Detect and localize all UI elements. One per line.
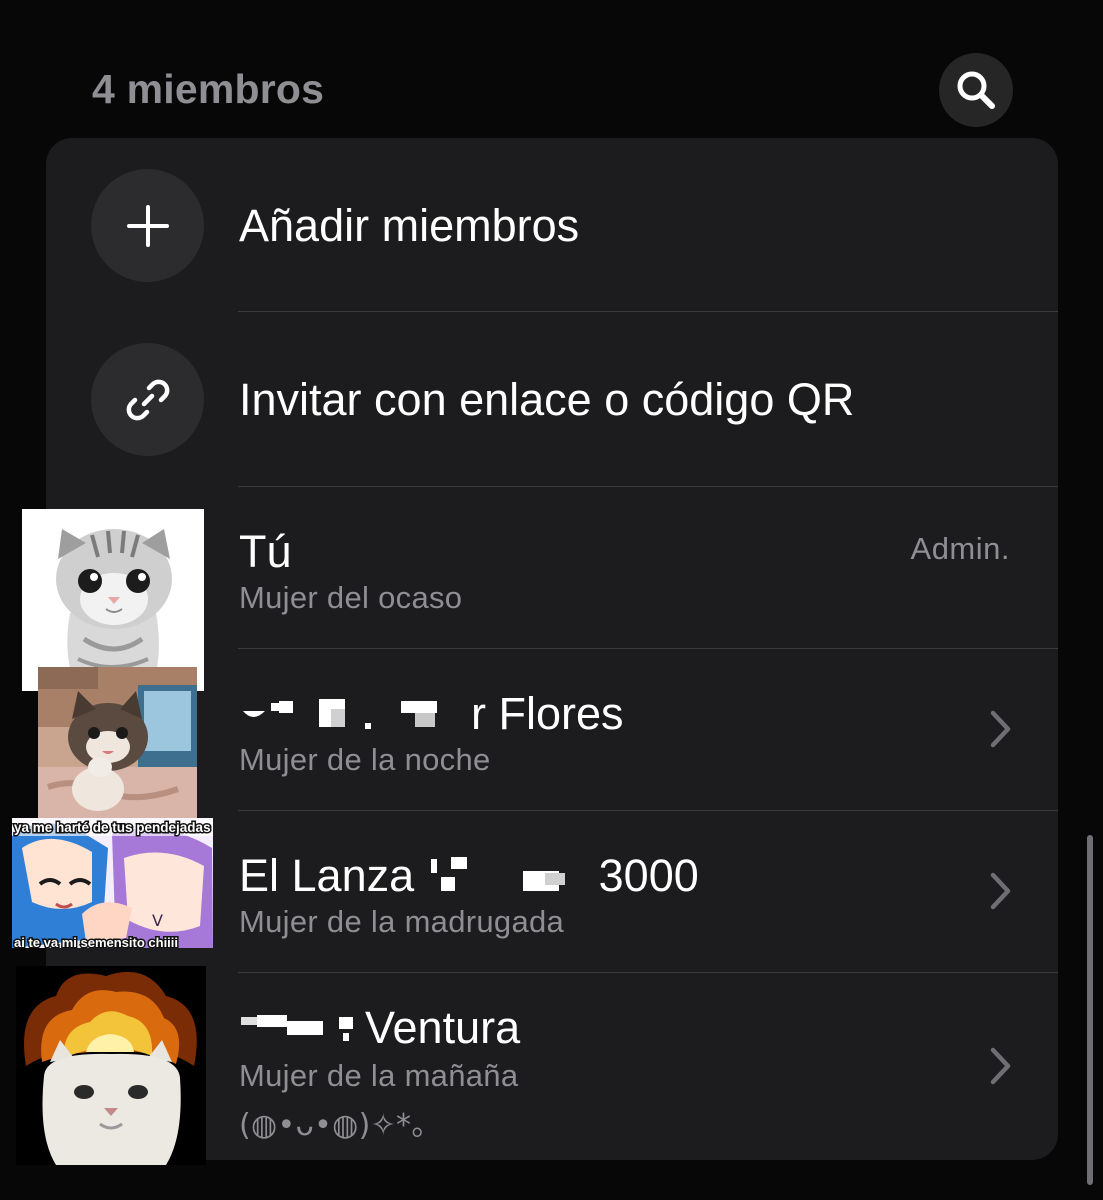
scrollbar[interactable] <box>1087 835 1093 1185</box>
redacted-text <box>427 851 599 908</box>
kitten-bed-avatar-image <box>38 667 197 820</box>
fire-cat-avatar-image <box>16 966 206 1165</box>
redacted-text <box>239 1003 365 1060</box>
invite-link-row[interactable]: Invitar con enlace o código QR <box>46 312 1058 486</box>
invite-link-label: Invitar con enlace o código QR <box>239 374 855 425</box>
member-name-visible: Ventura <box>365 1002 521 1053</box>
member-name: Ventura <box>239 1002 520 1060</box>
member-avatar[interactable] <box>16 966 206 1165</box>
member-name: r Flores <box>239 688 624 746</box>
invite-link-button[interactable] <box>91 343 204 456</box>
member-status: Mujer de la madrugada <box>239 904 565 939</box>
link-icon <box>126 379 169 420</box>
member-status: Mujer de la noche <box>239 742 491 777</box>
member-status-extra: (◍•ᴗ•◍)✧*。 <box>239 1108 442 1143</box>
meme-top-text: ya me harté de tus pendejadas <box>14 820 211 835</box>
chevron-right-icon <box>990 872 1011 910</box>
member-status: Mujer del ocaso <box>239 580 463 615</box>
kitten-avatar-image <box>56 529 172 691</box>
member-name-visible: El Lanza <box>239 850 415 901</box>
member-avatar[interactable] <box>22 509 204 691</box>
add-members-label: Añadir miembros <box>239 200 580 251</box>
member-name-visible: r Flores <box>471 688 624 739</box>
member-name: El Lanza 3000 <box>239 850 699 908</box>
add-members-button[interactable] <box>91 169 204 282</box>
anime-meme-avatar-image: V ya me harté de tus pendejadas ai te va… <box>12 818 213 948</box>
member-name-visible: 3000 <box>598 850 699 901</box>
redacted-text <box>239 689 471 746</box>
meme-bottom-text: ai te va mi semensito chiiii <box>14 935 178 948</box>
member-status: Mujer de la mañaña <box>239 1058 519 1093</box>
member-avatar[interactable] <box>38 667 197 820</box>
chevron-right-icon <box>990 1047 1011 1085</box>
admin-badge: Admin. <box>910 531 1010 566</box>
chevron-right-icon <box>990 710 1011 748</box>
search-icon <box>957 71 995 109</box>
member-name: Tú <box>239 526 292 577</box>
svg-text:V: V <box>152 911 163 930</box>
member-avatar[interactable]: V ya me harté de tus pendejadas ai te va… <box>12 818 213 948</box>
search-button[interactable] <box>939 53 1013 127</box>
members-count-title: 4 miembros <box>92 66 325 112</box>
plus-icon <box>126 204 169 247</box>
add-members-row[interactable]: Añadir miembros <box>46 138 1058 312</box>
